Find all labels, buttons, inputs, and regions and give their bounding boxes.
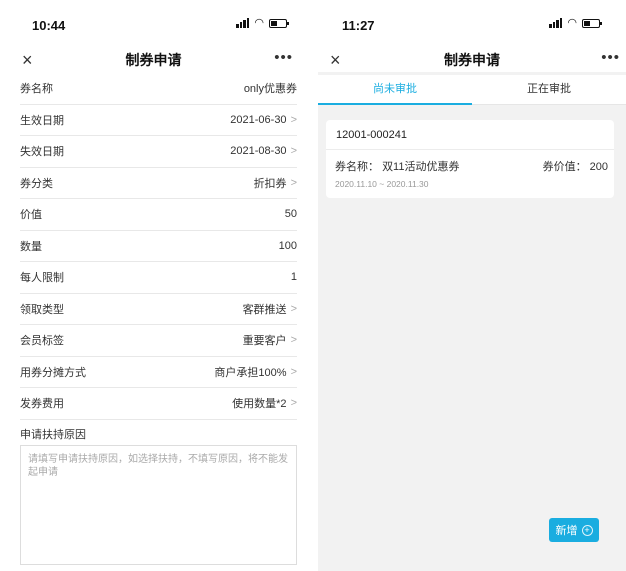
form-row-label: 失效日期	[20, 146, 64, 159]
form-row[interactable]: 生效日期 2021-06-30 >	[20, 105, 297, 136]
signal-icon	[236, 18, 250, 28]
form-row-value: only优惠券	[244, 80, 297, 96]
form-row-value-text: 商户承担100%	[214, 366, 287, 379]
coupon-price-line: 券价值： 200	[543, 158, 608, 174]
form-row-value-text: only优惠券	[243, 83, 297, 96]
form-row-label: 每人限制	[20, 272, 64, 285]
form-row-value: 2021-08-30 >	[230, 145, 297, 157]
form-row-value-text: 折扣券	[253, 177, 287, 190]
form-row-value-text: 50	[284, 208, 297, 221]
left-screen: 10:44 ◠ × 制券申请 ••• 券名称 only优惠券生效日期 2021-06…	[0, 0, 307, 571]
chevron-right-icon: >	[290, 176, 297, 189]
signal-icon	[549, 18, 563, 28]
form-row-label: 券名称	[20, 83, 53, 96]
form-row-label: 会员标签	[20, 335, 64, 348]
form-row-value-text: 重要客户	[242, 335, 287, 348]
status-time: 11:27	[342, 18, 375, 33]
chevron-right-icon: >	[290, 334, 297, 347]
wifi-icon: ◠	[567, 17, 577, 29]
page-title: 制券申请	[444, 52, 500, 68]
coupon-name: 双11活动优惠券	[382, 161, 460, 173]
add-button-label: 新增	[555, 525, 578, 537]
form-row[interactable]: 领取类型 客群推送 >	[20, 294, 297, 325]
status-bar: 11:27 ◠	[318, 0, 626, 48]
form-row-value: 100	[279, 240, 297, 252]
coupon-card[interactable]: 12001-000241 券名称： 双11活动优惠券 券价值： 200 2020…	[326, 120, 614, 198]
chevron-right-icon: >	[290, 397, 297, 410]
form-row[interactable]: 发券费用 使用数量*2 >	[20, 388, 297, 420]
chevron-right-icon: >	[290, 365, 297, 378]
form-row-value-text: 2021-08-30	[230, 145, 287, 158]
form-row-label: 发券费用	[20, 398, 64, 411]
form-row[interactable]: 失效日期 2021-08-30 >	[20, 136, 297, 168]
nav-bar: × 制券申请 •••	[318, 48, 626, 72]
form-row-value: 2021-06-30 >	[230, 114, 297, 126]
battery-icon	[582, 18, 602, 28]
form-row-value-text: 2021-06-30	[230, 113, 287, 126]
form-row-value: 客群推送 >	[243, 301, 297, 317]
more-icon[interactable]: •••	[274, 48, 293, 68]
approval-tabs: 尚未审批 正在审批	[318, 75, 626, 105]
form-row-label: 领取类型	[20, 303, 64, 316]
form-row-value-text: 1	[290, 271, 297, 284]
reason-textarea[interactable]: 请填写申请扶持原因，如选择扶持，不填写原因，将不能发起申请	[20, 445, 297, 565]
battery-icon	[269, 18, 289, 28]
form-row[interactable]: 会员标签 重要客户 >	[20, 325, 297, 357]
wifi-icon: ◠	[254, 17, 264, 29]
form-row-value-text: 使用数量*2	[232, 398, 287, 411]
form-row-value: 折扣券 >	[254, 175, 297, 191]
form-row: 每人限制 1	[20, 262, 297, 294]
form-row-value: 重要客户 >	[243, 332, 297, 348]
coupon-card-body: 券名称： 双11活动优惠券 券价值： 200 2020.11.10 ~ 2020…	[326, 150, 614, 189]
status-icons: ◠	[549, 17, 602, 29]
form-row-label: 生效日期	[20, 114, 64, 127]
form-row: 价值 50	[20, 199, 297, 231]
form-row: 券名称 only优惠券	[20, 73, 297, 105]
form-row: 数量 100	[20, 231, 297, 262]
tab-in-review[interactable]: 正在审批	[472, 75, 626, 104]
coupon-name-label: 券名称：	[335, 161, 379, 173]
reason-label: 申请扶持原因	[20, 428, 86, 441]
form-row-value: 商户承担100% >	[214, 364, 297, 380]
form-row-label: 价值	[20, 209, 42, 222]
more-icon[interactable]: •••	[601, 48, 620, 68]
form-row-label: 券分类	[20, 177, 53, 190]
status-bar: 10:44 ◠	[0, 0, 307, 48]
coupon-form: 券名称 only优惠券 生效日期 2021-06-30 > 失效日期 2021-08-30 >…	[20, 73, 297, 565]
chevron-right-icon: >	[290, 145, 297, 158]
form-row[interactable]: 券分类 折扣券 >	[20, 168, 297, 199]
form-row-label: 用券分摊方式	[20, 366, 86, 379]
tab-pending[interactable]: 尚未审批	[318, 75, 472, 105]
form-row-label: 数量	[20, 240, 42, 253]
plus-circle-icon: +	[581, 524, 593, 536]
form-row-value: 使用数量*2 >	[232, 395, 297, 411]
chevron-right-icon: >	[290, 302, 297, 315]
status-icons: ◠	[236, 17, 289, 29]
coupon-date-range: 2020.11.10 ~ 2020.11.30	[335, 179, 429, 189]
form-row[interactable]: 用券分摊方式 商户承担100% >	[20, 357, 297, 388]
right-screen: 11:27 ◠ × 制券申请 ••• 尚未审批 正在审批 12001-00024…	[318, 0, 626, 571]
add-button[interactable]: 新增 +	[549, 518, 599, 542]
coupon-price-label: 券价值：	[542, 161, 587, 173]
nav-bar: × 制券申请 •••	[0, 48, 307, 72]
chevron-right-icon: >	[290, 113, 297, 126]
coupon-id: 12001-000241	[326, 120, 614, 150]
coupon-price: 200	[589, 161, 608, 173]
form-row-value-text: 100	[278, 239, 297, 252]
form-row-value: 50	[285, 208, 297, 220]
page-title: 制券申请	[125, 52, 182, 68]
form-row-value-text: 客群推送	[242, 303, 287, 316]
form-row-value: 1	[291, 271, 297, 283]
status-time: 10:44	[32, 18, 66, 33]
